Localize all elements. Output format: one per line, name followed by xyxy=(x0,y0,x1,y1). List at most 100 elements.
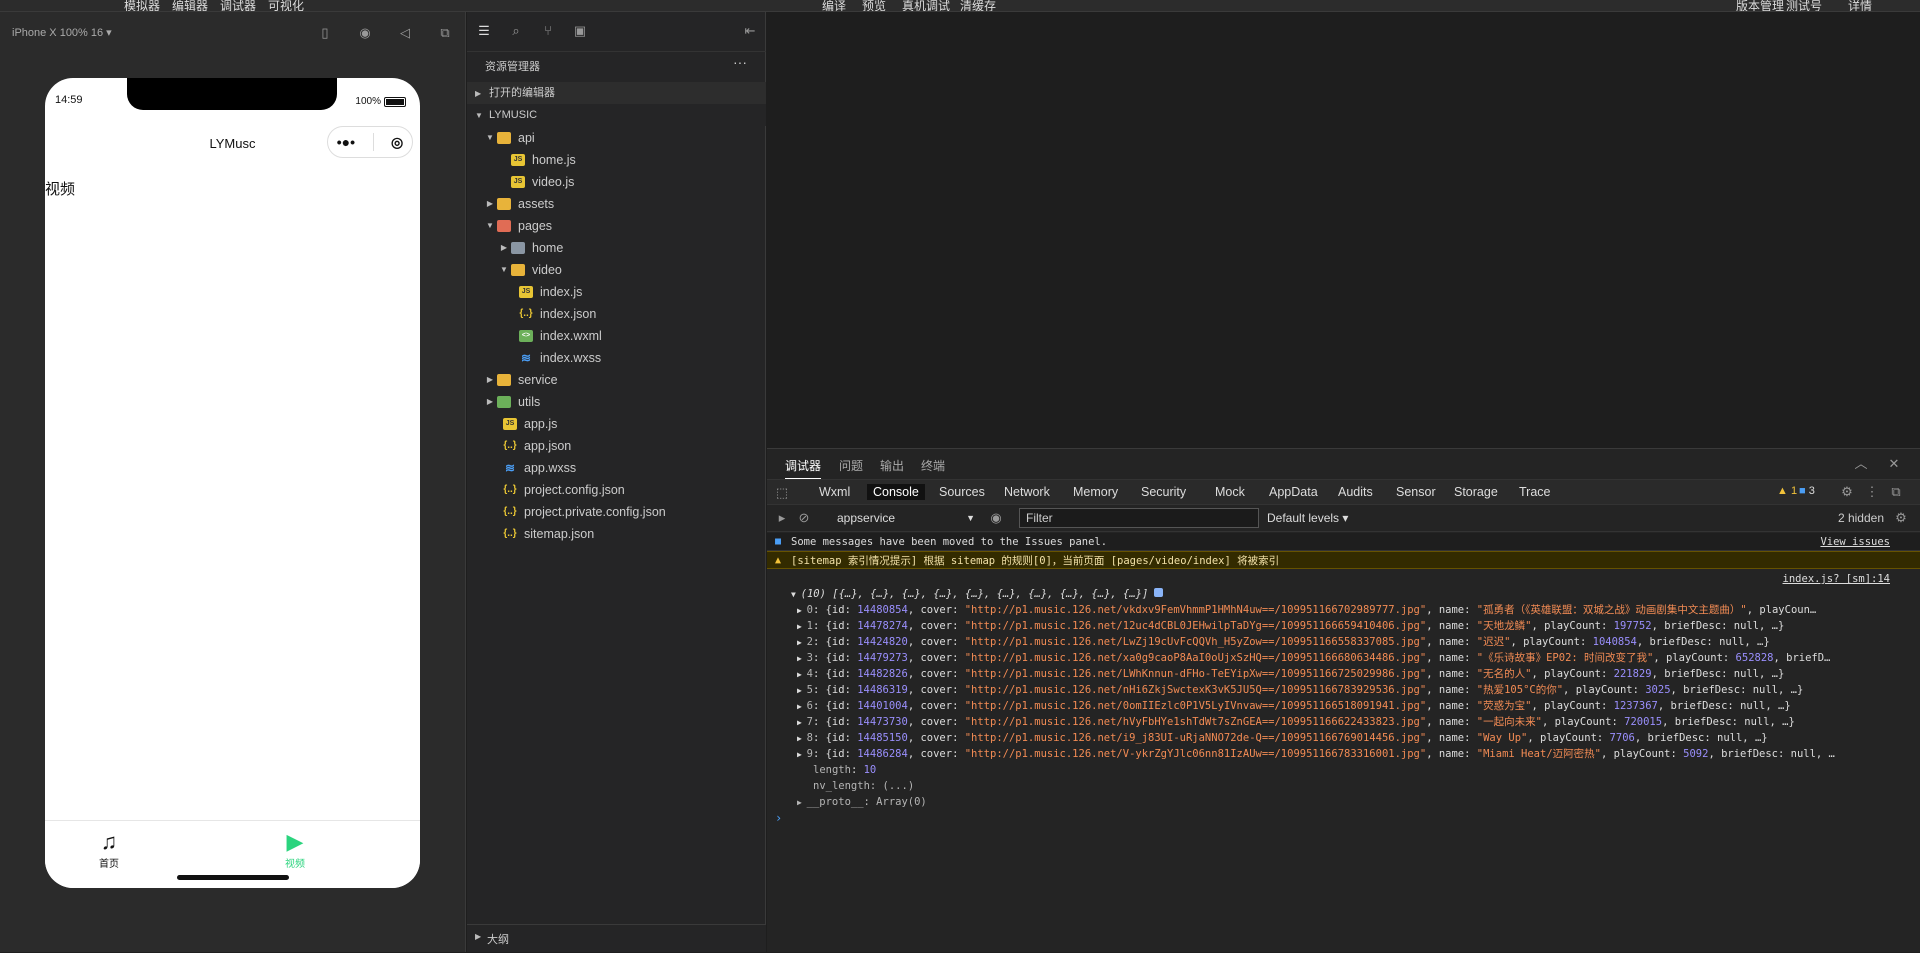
outline-section[interactable]: ▶ 大纲 xyxy=(467,924,766,952)
tree-file-home-js[interactable]: JS home.js xyxy=(511,149,576,171)
panel-tab-sources[interactable]: Sources xyxy=(939,485,985,499)
panel-tab-sensor[interactable]: Sensor xyxy=(1396,485,1436,499)
device-debug-button[interactable]: 真机调试 xyxy=(902,0,950,11)
tree-folder-utils[interactable]: ▶ utils xyxy=(483,391,540,413)
tree-folder-home[interactable]: ▶ home xyxy=(497,237,563,259)
details-button[interactable]: 详情 xyxy=(1848,0,1872,11)
console-filter-input[interactable]: Filter xyxy=(1019,508,1259,528)
json-file-icon: {..} xyxy=(503,484,517,495)
tab-terminal[interactable]: 终端 xyxy=(921,457,945,474)
window-icon[interactable]: ⧉ xyxy=(438,26,452,40)
search-icon[interactable]: ⌕ xyxy=(509,24,523,38)
tree-file-index-json[interactable]: {..} index.json xyxy=(519,303,596,325)
console-prompt[interactable]: › xyxy=(775,811,782,825)
compile-button[interactable]: 编译 xyxy=(822,0,846,11)
array-summary[interactable]: ▼ (10) [{…}, {…}, {…}, {…}, {…}, {…}, {…… xyxy=(767,586,1920,602)
tree-file-app-wxss[interactable]: ≋ app.wxss xyxy=(503,457,576,479)
tree-file-project-config[interactable]: {..} project.config.json xyxy=(503,479,624,501)
item-playcount: 652828 xyxy=(1735,652,1774,664)
clear-console-icon[interactable]: ⊘ xyxy=(797,511,811,525)
volume-icon[interactable]: ◁ xyxy=(398,26,412,40)
array-item-6[interactable]: ▶ 6: {id: 14401004, cover: "http://p1.mu… xyxy=(767,698,1920,714)
tree-file-index-js[interactable]: JS index.js xyxy=(519,281,582,303)
device-selector[interactable]: iPhone X 100% 16 ▾ xyxy=(12,26,112,39)
source-control-icon[interactable]: ⑂ xyxy=(541,24,555,38)
clear-cache-button[interactable]: 清缓存 xyxy=(960,0,996,11)
panel-tab-appdata[interactable]: AppData xyxy=(1269,485,1318,499)
tree-file-project-private-config[interactable]: {..} project.private.config.json xyxy=(503,501,665,523)
array-proto[interactable]: ▶ __proto__: Array(0) xyxy=(767,794,1920,810)
panel-tab-wxml[interactable]: Wxml xyxy=(819,485,850,499)
array-length: length: 10 xyxy=(813,764,877,776)
panel-tab-console[interactable]: Console xyxy=(867,484,925,500)
menu-simulator[interactable]: 模拟器 xyxy=(124,0,160,11)
more-actions-icon[interactable]: ··· xyxy=(733,54,747,70)
more-vertical-icon[interactable]: ⋮ xyxy=(1865,485,1879,499)
array-item-8[interactable]: ▶ 8: {id: 14485150, cover: "http://p1.mu… xyxy=(767,730,1920,746)
eye-icon[interactable]: ◉ xyxy=(989,511,1003,525)
menu-visual[interactable]: 可视化 xyxy=(268,0,304,11)
panel-tab-trace[interactable]: Trace xyxy=(1519,485,1551,499)
tree-file-video-js[interactable]: JS video.js xyxy=(511,171,574,193)
panel-tab-network[interactable]: Network xyxy=(1004,485,1050,499)
tab-home[interactable]: ♫ 首页 xyxy=(59,829,159,870)
chevron-up-icon[interactable]: ︿ xyxy=(1854,457,1868,471)
tab-debugger[interactable]: 调试器 xyxy=(785,457,822,480)
menu-editor[interactable]: 编辑器 xyxy=(172,0,208,11)
menu-debugger[interactable]: 调试器 xyxy=(220,0,256,11)
warning-count[interactable]: ▲ 1 xyxy=(1777,485,1797,497)
sidebar-toggle-icon[interactable]: ▸ xyxy=(775,511,789,525)
panel-tab-audits[interactable]: Audits xyxy=(1338,485,1373,499)
panel-tab-memory[interactable]: Memory xyxy=(1073,485,1118,499)
array-item-3[interactable]: ▶ 3: {id: 14479273, cover: "http://p1.mu… xyxy=(767,650,1920,666)
inspect-icon[interactable]: ⬚ xyxy=(775,486,789,500)
nv-length[interactable]: nv_length: (...) xyxy=(767,778,1920,794)
panel-tab-security[interactable]: Security xyxy=(1141,485,1186,499)
panel-tab-storage[interactable]: Storage xyxy=(1454,485,1498,499)
record-icon[interactable]: ◉ xyxy=(358,26,372,40)
project-section[interactable]: ▼ LYMUSIC xyxy=(467,104,766,126)
collapse-panel-icon[interactable]: ⇤ xyxy=(743,24,757,38)
close-icon[interactable]: ✕ xyxy=(1887,457,1901,471)
tree-file-sitemap[interactable]: {..} sitemap.json xyxy=(503,523,594,545)
array-item-0[interactable]: ▶ 0: {id: 14480854, cover: "http://p1.mu… xyxy=(767,602,1920,618)
more-icon[interactable]: •●• xyxy=(337,134,355,150)
tree-folder-assets[interactable]: ▶ assets xyxy=(483,193,554,215)
context-selector[interactable]: appservice ▼ xyxy=(837,508,975,528)
panel-tab-mock[interactable]: Mock xyxy=(1215,485,1245,499)
array-item-5[interactable]: ▶ 5: {id: 14486319, cover: "http://p1.mu… xyxy=(767,682,1920,698)
gear-icon[interactable]: ⚙ xyxy=(1840,485,1854,499)
log-levels-dropdown[interactable]: Default levels ▾ xyxy=(1267,511,1348,525)
source-link[interactable]: index.js? [sm]:14 xyxy=(1783,573,1890,585)
view-issues-link[interactable]: View issues xyxy=(1820,533,1890,550)
dock-icon[interactable]: ⧉ xyxy=(1889,485,1903,499)
files-icon[interactable]: ☰ xyxy=(477,24,491,38)
warning-icon: ▲ xyxy=(775,555,782,566)
extensions-icon[interactable]: ▣ xyxy=(573,24,587,38)
item-id: 14479273 xyxy=(857,652,908,664)
open-editors-section[interactable]: ▶ 打开的编辑器 xyxy=(467,82,766,104)
preview-button[interactable]: 预览 xyxy=(862,0,886,11)
array-item-4[interactable]: ▶ 4: {id: 14482826, cover: "http://p1.mu… xyxy=(767,666,1920,682)
close-target-icon[interactable]: ◎ xyxy=(391,134,403,151)
tree-folder-service[interactable]: ▶ service xyxy=(483,369,558,391)
array-item-9[interactable]: ▶ 9: {id: 14486284, cover: "http://p1.mu… xyxy=(767,746,1920,762)
tree-folder-api[interactable]: ▼ api xyxy=(483,127,535,149)
phone-icon[interactable]: ▯ xyxy=(318,26,332,40)
tab-problems[interactable]: 问题 xyxy=(839,457,863,474)
tree-folder-video[interactable]: ▼ video xyxy=(497,259,562,281)
tree-file-index-wxss[interactable]: ≋ index.wxss xyxy=(519,347,601,369)
gear-icon[interactable]: ⚙ xyxy=(1894,511,1908,525)
array-item-7[interactable]: ▶ 7: {id: 14473730, cover: "http://p1.mu… xyxy=(767,714,1920,730)
tab-output[interactable]: 输出 xyxy=(880,457,904,474)
tree-folder-pages[interactable]: ▼ pages xyxy=(483,215,552,237)
version-button[interactable]: 版本管理 xyxy=(1736,0,1784,11)
array-item-2[interactable]: ▶ 2: {id: 14424820, cover: "http://p1.mu… xyxy=(767,634,1920,650)
tab-video[interactable]: ▶ 视频 xyxy=(245,829,345,870)
array-item-1[interactable]: ▶ 1: {id: 14478274, cover: "http://p1.mu… xyxy=(767,618,1920,634)
message-count[interactable]: ■ 3 xyxy=(1799,485,1815,497)
tree-file-app-js[interactable]: JS app.js xyxy=(503,413,557,435)
tree-file-app-json[interactable]: {..} app.json xyxy=(503,435,571,457)
test-account-button[interactable]: 测试号 xyxy=(1786,0,1822,11)
tree-file-index-wxml[interactable]: <> index.wxml xyxy=(519,325,602,347)
